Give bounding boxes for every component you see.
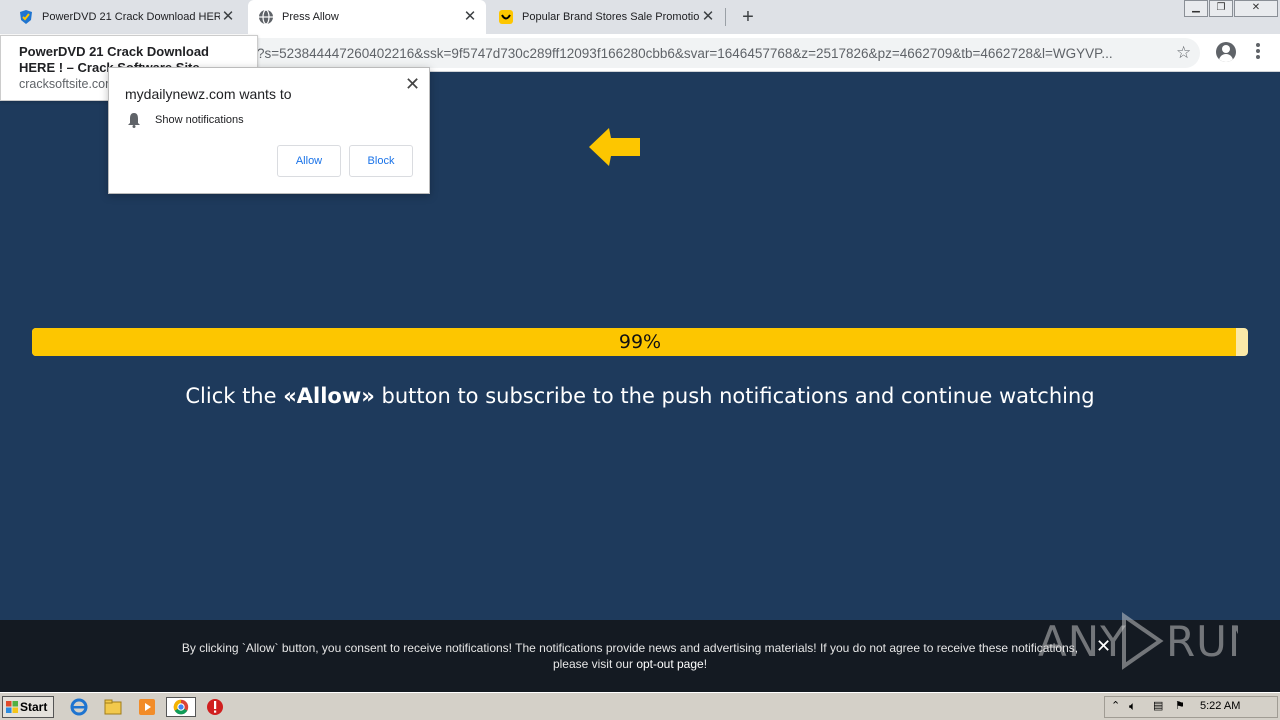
tab-separator — [725, 8, 726, 26]
network-icon[interactable]: ▤ — [1153, 699, 1163, 712]
tab-brand-stores[interactable]: Popular Brand Stores Sale Promotion ✕ — [488, 0, 724, 34]
tab-title: Popular Brand Stores Sale Promotion — [522, 11, 700, 23]
consent-line-2-pre: please visit our — [552, 657, 637, 671]
instruction-text: Click the «Allow» button to subscribe to… — [0, 384, 1280, 408]
minimize-button[interactable]: ▁ — [1184, 0, 1208, 17]
progress-percent: 99% — [618, 331, 662, 353]
windows-flag-icon — [6, 701, 18, 713]
media-player-icon[interactable] — [136, 697, 158, 717]
globe-icon — [259, 9, 273, 25]
consent-line-2: please visit our opt-out page! — [150, 656, 1110, 672]
action-center-flag-icon[interactable]: ⚑ — [1175, 699, 1185, 712]
clock: 5:22 AM — [1200, 700, 1241, 712]
bell-icon — [128, 113, 140, 128]
tab-powerdvd[interactable]: PowerDVD 21 Crack Download HERE ! – Crac… — [8, 0, 244, 34]
tab-press-allow[interactable]: Press Allow ✕ — [248, 0, 486, 34]
consent-text: By clicking `Allow` button, you consent … — [150, 640, 1110, 672]
svg-text:ANY: ANY — [1038, 617, 1127, 666]
restore-button[interactable]: ❐ — [1209, 0, 1233, 17]
svg-text:RUN: RUN — [1166, 617, 1238, 666]
allow-button[interactable]: Allow — [277, 145, 341, 177]
progress-bar: 99% — [32, 328, 1248, 356]
instruction-pre: Click the — [185, 384, 284, 408]
instruction-allow: «Allow» — [283, 384, 375, 408]
tab-close-icon[interactable]: ✕ — [700, 9, 716, 25]
consent-line-2-post: ! — [703, 657, 708, 671]
tab-strip: PowerDVD 21 Crack Download HERE ! – Crac… — [0, 0, 1280, 34]
kebab-menu-icon[interactable] — [1252, 43, 1264, 63]
address-bar[interactable]: ?s=523844447260402216&ssk=9f5747d730c289… — [200, 38, 1200, 68]
left-arrow-icon — [589, 128, 640, 166]
smile-logo-icon — [499, 10, 513, 24]
notification-permission-dialog: mydailynewz.com wants to ✕ Show notifica… — [108, 67, 430, 194]
window-controls: ▁ ❐ ✕ — [1183, 0, 1278, 18]
permission-title: mydailynewz.com wants to — [125, 86, 292, 102]
new-tab-button[interactable]: + — [737, 6, 759, 28]
system-tray: ⌃ 🔈︎ ▤ ⚑ — [1104, 696, 1278, 718]
start-button[interactable]: Start — [2, 696, 54, 718]
tab-title: Press Allow — [282, 11, 339, 23]
anyrun-logo-icon: ANY RUN — [1038, 612, 1259, 670]
powerdvd-shield-icon — [20, 10, 32, 24]
speaker-icon[interactable]: 🔈︎ — [1129, 699, 1136, 714]
explorer-folder-icon[interactable] — [102, 697, 124, 717]
instruction-post: button to subscribe to the push notifica… — [374, 384, 1095, 408]
permission-close-icon[interactable]: ✕ — [405, 74, 420, 95]
url-text: ?s=523844447260402216&ssk=9f5747d730c289… — [257, 46, 1113, 61]
taskbar: Start ⌃ 🔈︎ ▤ ⚑ 5:22 AM — [0, 692, 1280, 720]
tab-title: PowerDVD 21 Crack Download HERE ! – Crac… — [42, 11, 220, 23]
close-window-button[interactable]: ✕ — [1234, 0, 1278, 17]
consent-line-1: By clicking `Allow` button, you consent … — [181, 641, 1079, 655]
opt-out-link[interactable]: opt-out page — [636, 657, 703, 671]
tray-expand-icon[interactable]: ⌃ — [1111, 699, 1120, 712]
stop-icon[interactable] — [204, 697, 226, 717]
block-button[interactable]: Block — [349, 145, 413, 177]
bookmark-star-icon[interactable]: ☆ — [1176, 43, 1191, 63]
profile-avatar-icon[interactable] — [1216, 42, 1236, 62]
permission-item: Show notifications — [127, 112, 244, 128]
tab-close-icon[interactable]: ✕ — [220, 9, 236, 25]
ie-icon[interactable] — [68, 697, 90, 717]
start-label: Start — [20, 700, 48, 714]
tab-close-icon[interactable]: ✕ — [462, 9, 478, 25]
chrome-icon[interactable] — [166, 697, 196, 717]
permission-item-label: Show notifications — [155, 114, 244, 126]
anyrun-watermark: ANY RUN — [1038, 608, 1259, 674]
